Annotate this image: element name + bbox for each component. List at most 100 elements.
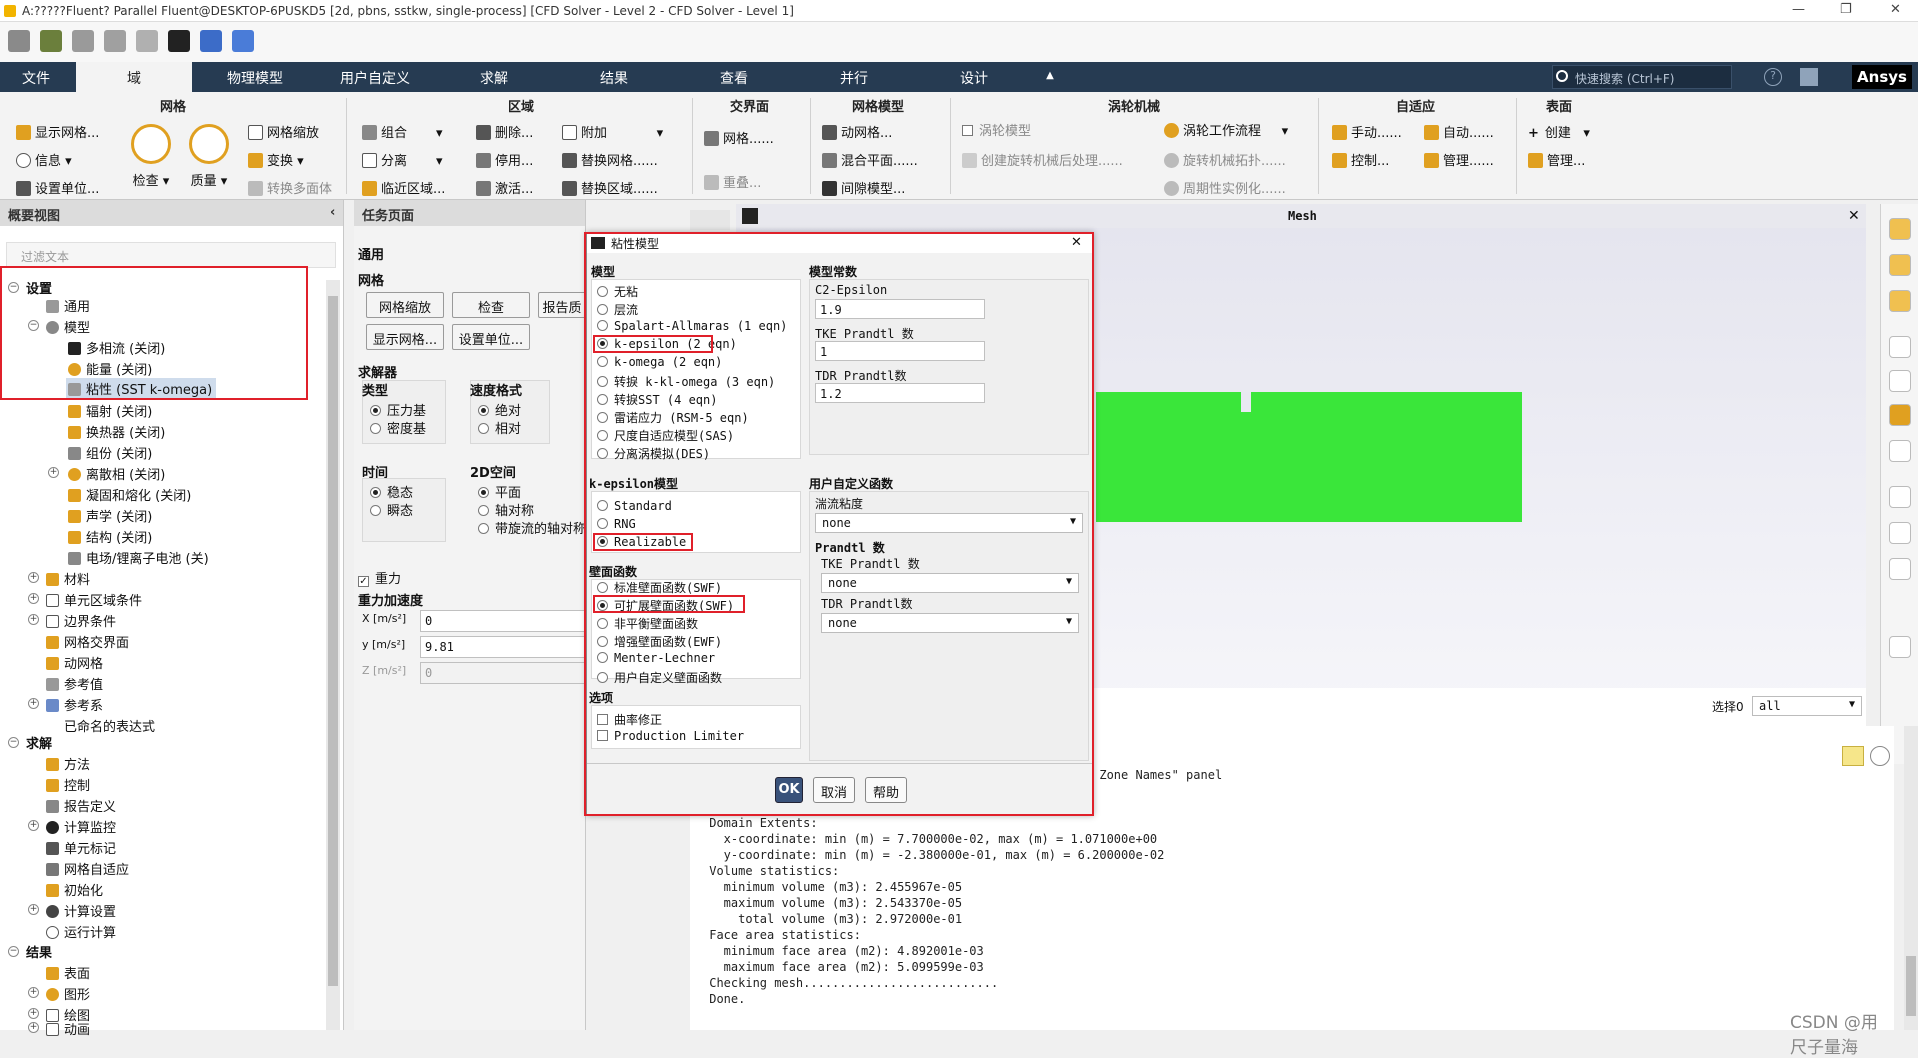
expander-icon[interactable]: + [28, 1008, 39, 1019]
expander-icon[interactable]: − [8, 737, 19, 748]
display-mesh-button[interactable]: 显示网格... [16, 122, 99, 141]
notes-icon[interactable] [1889, 558, 1911, 580]
tree-named-expressions[interactable]: 已命名的表达式 [46, 716, 155, 735]
tab-physics[interactable]: 物理模型 [210, 68, 300, 88]
lights-icon[interactable] [1889, 404, 1911, 426]
tree-cell-registers[interactable]: 单元标记 [46, 838, 116, 857]
tree-solidification[interactable]: 凝固和熔化 (关闭) [68, 485, 191, 504]
collapse-ribbon-icon[interactable]: ▲ [1040, 70, 1060, 81]
adapt-auto-button[interactable]: 自动...... [1424, 122, 1494, 141]
gravity-x-input[interactable]: 0 [420, 610, 586, 632]
tree-acoustics[interactable]: 声学 (关闭) [68, 506, 152, 525]
task-check-button[interactable]: 检查 [452, 292, 530, 318]
expander-icon[interactable]: + [28, 904, 39, 915]
gravity-z-input[interactable]: 0 [420, 662, 586, 684]
tree-results[interactable]: 结果 [26, 942, 52, 961]
tree-materials[interactable]: 材料 [46, 569, 90, 588]
adjacency-button[interactable]: 临近区域... [362, 178, 445, 197]
expander-icon[interactable]: + [28, 572, 39, 583]
tree-solution[interactable]: 求解 [26, 733, 52, 752]
expander-icon[interactable]: + [28, 1022, 39, 1033]
info-console-icon[interactable] [1870, 746, 1890, 766]
units-button[interactable]: 设置单位... [16, 178, 99, 197]
tree-mesh-interfaces[interactable]: 网格交界面 [46, 632, 129, 651]
expander-icon[interactable]: + [28, 698, 39, 709]
create-turbo-post-button[interactable]: 创建旋转机械后处理...... [962, 150, 1123, 169]
expander-icon[interactable]: + [28, 987, 39, 998]
gap-model-button[interactable]: 间隙模型... [822, 178, 905, 197]
polyhedra-button[interactable]: 转换多面体 [248, 178, 332, 197]
gravity-checkbox[interactable]: ✓ 重力 [358, 568, 401, 587]
expander-icon[interactable]: + [28, 593, 39, 604]
tree-report-defs[interactable]: 报告定义 [46, 796, 116, 815]
copy-icon[interactable] [1889, 636, 1911, 658]
tree-reference-values[interactable]: 参考值 [46, 674, 103, 693]
deactivate-button[interactable]: 停用... [476, 150, 533, 169]
tab-parallel[interactable]: 并行 [830, 68, 878, 88]
quick-search-input[interactable]: 快速搜索 (Ctrl+F) [1552, 65, 1732, 89]
open-icon[interactable] [8, 30, 30, 52]
tree-graphics[interactable]: 图形 [46, 984, 90, 1003]
read-case-icon[interactable] [40, 30, 62, 52]
rotate-icon[interactable] [1889, 254, 1911, 276]
graphics-tab-icon[interactable] [690, 210, 730, 230]
periodic-instancing-button[interactable]: 周期性实例化...... [1164, 178, 1286, 197]
eye-icon[interactable] [1889, 336, 1911, 358]
expander-icon[interactable]: + [28, 614, 39, 625]
tree-potential[interactable]: 电场/锂离子电池 (关) [68, 548, 209, 567]
ruler-icon[interactable] [1889, 522, 1911, 544]
close-window-button[interactable]: ✕ [1890, 2, 1901, 17]
tree-heat-exchanger[interactable]: 换热器 (关闭) [68, 422, 165, 441]
turbo-topology-button[interactable]: 旋转机械拓扑...... [1164, 150, 1286, 169]
tree-calc-activities[interactable]: 计算设置 [46, 901, 116, 920]
steady-radio[interactable]: 稳态 [370, 482, 413, 501]
replace-zone-button[interactable]: 替换区域...... [562, 178, 658, 197]
expander-icon[interactable]: + [48, 467, 59, 478]
transform-button[interactable]: 变换 ▾ [248, 150, 304, 169]
zoom-icon[interactable] [1889, 290, 1911, 312]
task-scale-button[interactable]: 网格缩放 [366, 292, 444, 318]
tab-results[interactable]: 结果 [590, 68, 638, 88]
filter-input[interactable]: 过滤文本 [6, 242, 336, 268]
quality-button[interactable]: 质量 ▾ [186, 124, 232, 189]
task-display-button[interactable]: 显示网格... [366, 324, 444, 350]
tree-adaption[interactable]: 网格自适应 [46, 859, 129, 878]
task-units-button[interactable]: 设置单位... [452, 324, 530, 350]
interface-mesh-button[interactable]: 网格...... [704, 128, 774, 147]
tree-run-calc[interactable]: 运行计算 [46, 922, 116, 941]
density-based-radio[interactable]: 密度基 [370, 418, 426, 437]
mixing-plane-button[interactable]: 混合平面...... [822, 150, 918, 169]
tab-user-defined[interactable]: 用户自定义 [330, 68, 420, 88]
activate-button[interactable]: 激活... [476, 178, 533, 197]
info-button[interactable]: 信息 ▾ [16, 150, 72, 169]
axes-icon[interactable] [1889, 486, 1911, 508]
append-button[interactable]: 附加 ▾ [562, 122, 663, 141]
adapt-control-button[interactable]: 控制... [1332, 150, 1389, 169]
gravity-y-input[interactable]: 9.81 [420, 636, 586, 658]
outline-scrollbar[interactable] [326, 280, 340, 1030]
expander-icon[interactable]: − [8, 946, 19, 957]
write-icon[interactable] [72, 30, 94, 52]
manage-surface-button[interactable]: 管理... [1528, 150, 1585, 169]
tree-monitors[interactable]: 计算监控 [46, 817, 116, 836]
tree-methods[interactable]: 方法 [46, 754, 90, 773]
help-icon[interactable]: ? [1764, 68, 1782, 86]
tree-dpm[interactable]: 离散相 (关闭) [68, 464, 165, 483]
adapt-manage-button[interactable]: 管理...... [1424, 150, 1494, 169]
journal-icon[interactable] [232, 30, 254, 52]
overset-button[interactable]: 重叠... [704, 172, 761, 191]
tab-view[interactable]: 查看 [710, 68, 758, 88]
minimize-button[interactable]: — [1792, 2, 1805, 17]
tab-design[interactable]: 设计 [950, 68, 998, 88]
separate-button[interactable]: 分离 ▾ [362, 150, 442, 169]
tab-solution[interactable]: 求解 [470, 68, 518, 88]
layout-icon[interactable] [1800, 68, 1818, 86]
transient-radio[interactable]: 瞬态 [370, 500, 413, 519]
scale-button[interactable]: 网格缩放 [248, 122, 319, 141]
tree-initialization[interactable]: 初始化 [46, 880, 103, 899]
tree-surfaces[interactable]: 表面 [46, 963, 90, 982]
hide-icon[interactable] [1889, 370, 1911, 392]
absolute-radio[interactable]: 绝对 [478, 400, 521, 419]
tree-radiation[interactable]: 辐射 (关闭) [68, 401, 152, 420]
workbench-icon[interactable] [168, 30, 190, 52]
